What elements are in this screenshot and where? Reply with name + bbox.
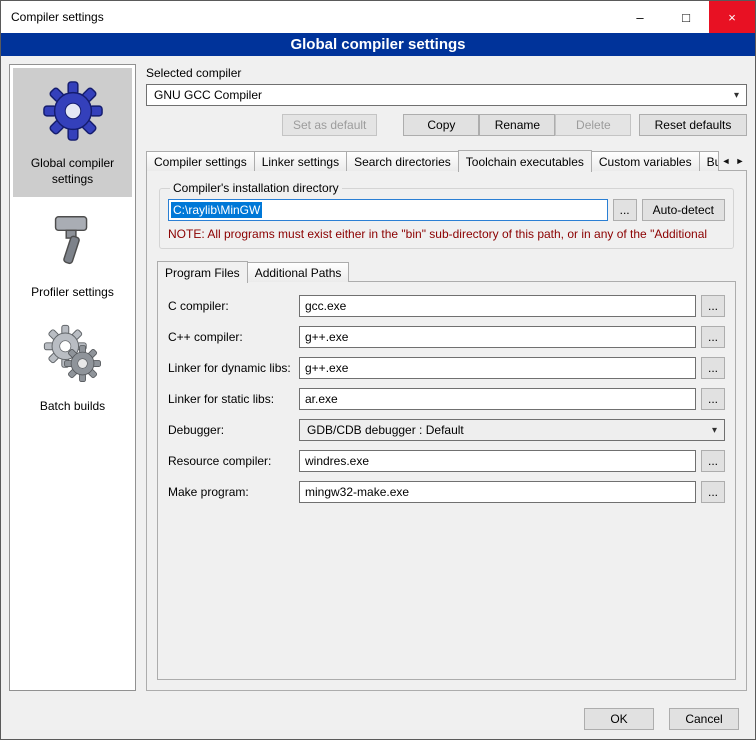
window-controls: – □ ×	[617, 1, 755, 33]
sidebar-item-batch-builds[interactable]: Batch builds	[13, 311, 132, 425]
tab-search-directories[interactable]: Search directories	[346, 151, 459, 171]
resource-compiler-input[interactable]: windres.exe	[299, 450, 696, 472]
resource-compiler-browse-button[interactable]: ...	[701, 450, 725, 472]
tab-build-options[interactable]: Build	[699, 151, 719, 171]
selected-compiler-label: Selected compiler	[146, 66, 747, 80]
gear-icon	[42, 80, 104, 142]
delete-button[interactable]: Delete	[555, 114, 631, 136]
tab-compiler-settings[interactable]: Compiler settings	[146, 151, 255, 171]
sidebar-item-profiler-settings[interactable]: Profiler settings	[13, 197, 132, 311]
c-compiler-label: C compiler:	[168, 299, 294, 313]
tab-custom-variables[interactable]: Custom variables	[591, 151, 700, 171]
chevron-down-icon: ▾	[712, 425, 717, 436]
hammer-icon	[42, 209, 104, 271]
titlebar: Compiler settings – □ ×	[1, 1, 755, 33]
tab-linker-settings[interactable]: Linker settings	[254, 151, 347, 171]
install-dir-group: Compiler's installation directory C:\ray…	[159, 181, 734, 249]
toolchain-executables-panel: Compiler's installation directory C:\ray…	[146, 170, 747, 691]
maximize-button[interactable]: □	[663, 1, 709, 33]
sidebar-item-label: Profiler settings	[31, 285, 114, 301]
resource-compiler-label: Resource compiler:	[168, 454, 294, 468]
gears-icon	[42, 323, 104, 385]
ok-button[interactable]: OK	[584, 708, 654, 730]
compiler-combobox-value: GNU GCC Compiler	[154, 88, 262, 102]
dialog-footer: OK Cancel	[1, 699, 755, 739]
dialog-header: Global compiler settings	[1, 33, 755, 56]
dialog-content: Global compiler settings Profiler settin…	[1, 56, 755, 699]
dynamic-linker-value: g++.exe	[305, 361, 348, 375]
settings-tabstrip: Compiler settings Linker settings Search…	[146, 150, 747, 171]
dynamic-linker-label: Linker for dynamic libs:	[168, 361, 294, 375]
reset-defaults-button[interactable]: Reset defaults	[639, 114, 747, 136]
install-dir-value: C:\raylib\MinGW	[171, 202, 262, 218]
compiler-combobox[interactable]: GNU GCC Compiler ▾	[146, 84, 747, 106]
copy-button[interactable]: Copy	[403, 114, 479, 136]
c-compiler-value: gcc.exe	[305, 299, 346, 313]
program-tabstrip: Program Files Additional Paths	[157, 261, 736, 282]
settings-sidebar: Global compiler settings Profiler settin…	[9, 64, 136, 691]
program-files-panel: C compiler: gcc.exe ... C++ compiler: g+…	[157, 281, 736, 680]
tab-additional-paths[interactable]: Additional Paths	[247, 262, 350, 282]
compiler-settings-window: Compiler settings – □ × Global compiler …	[0, 0, 756, 740]
install-dir-note: NOTE: All programs must exist either in …	[168, 227, 725, 241]
sidebar-item-global-compiler-settings[interactable]: Global compiler settings	[13, 68, 132, 197]
cpp-compiler-browse-button[interactable]: ...	[701, 326, 725, 348]
static-linker-label: Linker for static libs:	[168, 392, 294, 406]
debugger-select-value: GDB/CDB debugger : Default	[307, 423, 464, 437]
minimize-button[interactable]: –	[617, 1, 663, 33]
tab-program-files[interactable]: Program Files	[157, 261, 248, 283]
resource-compiler-value: windres.exe	[305, 454, 369, 468]
cancel-button[interactable]: Cancel	[669, 708, 739, 730]
dynamic-linker-browse-button[interactable]: ...	[701, 357, 725, 379]
debugger-select[interactable]: GDB/CDB debugger : Default ▾	[299, 419, 725, 441]
make-program-input[interactable]: mingw32-make.exe	[299, 481, 696, 503]
close-button[interactable]: ×	[709, 1, 755, 33]
install-dir-input[interactable]: C:\raylib\MinGW	[168, 199, 608, 221]
tab-toolchain-executables[interactable]: Toolchain executables	[458, 150, 592, 172]
install-dir-browse-button[interactable]: ...	[613, 199, 637, 221]
install-dir-legend: Compiler's installation directory	[170, 181, 342, 195]
sidebar-item-label: Global compiler settings	[15, 156, 130, 187]
autodetect-button[interactable]: Auto-detect	[642, 199, 725, 221]
sidebar-item-label: Batch builds	[40, 399, 105, 415]
rename-button[interactable]: Rename	[479, 114, 555, 136]
cpp-compiler-value: g++.exe	[305, 330, 348, 344]
make-program-label: Make program:	[168, 485, 294, 499]
dynamic-linker-input[interactable]: g++.exe	[299, 357, 696, 379]
window-title: Compiler settings	[1, 10, 104, 24]
tab-scroll-controls: ◄ ►	[719, 152, 747, 170]
c-compiler-input[interactable]: gcc.exe	[299, 295, 696, 317]
make-program-value: mingw32-make.exe	[305, 485, 409, 499]
cpp-compiler-label: C++ compiler:	[168, 330, 294, 344]
main-panel: Selected compiler GNU GCC Compiler ▾ Set…	[146, 64, 747, 691]
install-dir-row: C:\raylib\MinGW ... Auto-detect	[168, 199, 725, 221]
static-linker-browse-button[interactable]: ...	[701, 388, 725, 410]
c-compiler-browse-button[interactable]: ...	[701, 295, 725, 317]
tab-scroll-left-icon[interactable]: ◄	[719, 152, 733, 170]
make-program-browse-button[interactable]: ...	[701, 481, 725, 503]
cpp-compiler-input[interactable]: g++.exe	[299, 326, 696, 348]
program-files-form: C compiler: gcc.exe ... C++ compiler: g+…	[168, 295, 725, 503]
set-as-default-button[interactable]: Set as default	[282, 114, 377, 136]
tab-scroll-right-icon[interactable]: ►	[733, 152, 747, 170]
chevron-down-icon: ▾	[734, 90, 739, 101]
static-linker-input[interactable]: ar.exe	[299, 388, 696, 410]
compiler-actions: Set as default Copy Rename Delete Reset …	[146, 114, 747, 136]
static-linker-value: ar.exe	[305, 392, 338, 406]
debugger-label: Debugger:	[168, 423, 294, 437]
